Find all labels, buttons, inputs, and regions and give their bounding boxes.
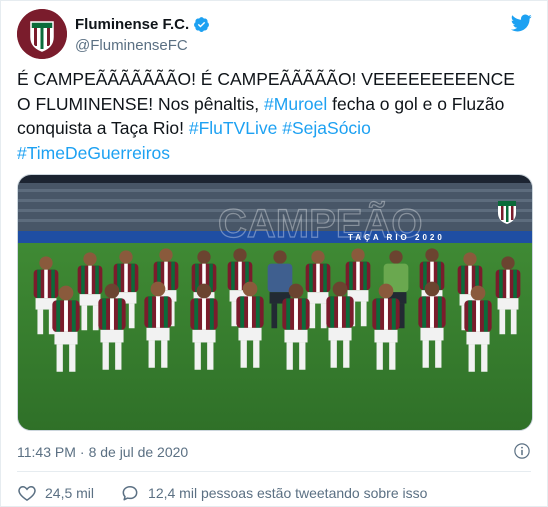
reply-bubble-icon <box>122 486 138 501</box>
author-name[interactable]: Fluminense F.C. <box>75 16 189 33</box>
tweet-text: É CAMPEÃÃÃÃÃÃÃO! É CAMPEÃÃÃÃÃO! VEEEEEEE… <box>17 67 532 165</box>
like-count: 24,5 mil <box>45 485 95 501</box>
tweet-time: 11:43 PM <box>17 444 76 460</box>
author-block: Fluminense F.C. @FluminenseFC <box>75 14 210 54</box>
meta-separator: · <box>79 444 85 460</box>
twitter-bird-icon[interactable] <box>509 12 533 34</box>
hashtag-flutvlive[interactable]: #FluTVLive <box>189 118 278 138</box>
tweet-timestamp[interactable]: 11:43 PM · 8 de jul de 2020 <box>17 444 188 460</box>
talking-count: 12,4 mil pessoas estão tweetando sobre i… <box>148 485 428 501</box>
tweet-photo[interactable]: TAÇA RIO 2020 CAMPEÃO <box>17 174 533 431</box>
verified-badge-icon <box>194 16 210 32</box>
hashtag-timedeguerreiros[interactable]: #TimeDeGuerreiros <box>17 143 170 163</box>
like-button[interactable]: 24,5 mil <box>17 483 94 503</box>
avatar[interactable] <box>17 9 67 59</box>
talking-button[interactable]: 12,4 mil pessoas estão tweetando sobre i… <box>120 483 427 503</box>
divider <box>17 471 531 472</box>
tweet-actions: 24,5 mil 12,4 mil pessoas estão tweetand… <box>17 483 453 503</box>
mention-link[interactable]: #Muroel <box>264 94 327 114</box>
team-photo: TAÇA RIO 2020 CAMPEÃO <box>18 175 532 430</box>
tweet-card[interactable]: Fluminense F.C. @FluminenseFC É CAMPEÃÃÃ… <box>0 0 548 507</box>
watermark-text: CAMPEÃO <box>218 200 422 246</box>
heart-icon <box>18 485 36 501</box>
info-icon[interactable] <box>513 442 531 460</box>
tweet-date: 8 de jul de 2020 <box>88 444 189 460</box>
club-crest-icon <box>17 9 67 59</box>
hashtag-sejasocio[interactable]: #SejaSócio <box>282 118 371 138</box>
author-handle[interactable]: @FluminenseFC <box>75 37 210 54</box>
